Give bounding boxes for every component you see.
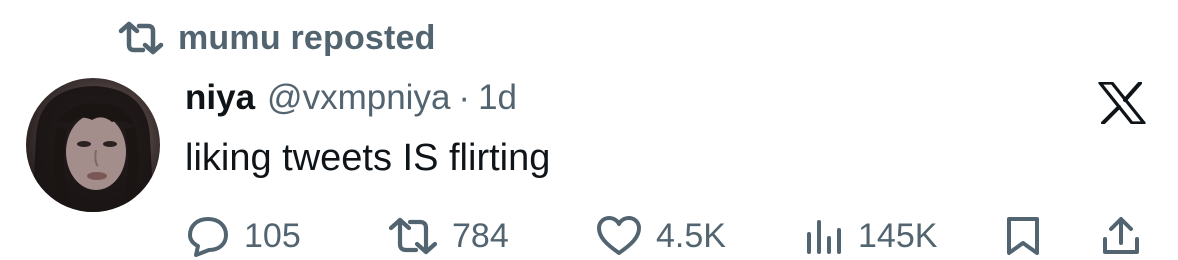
views-button[interactable]: 145K <box>804 212 937 260</box>
bookmark-icon <box>1004 215 1042 257</box>
separator-dot: · <box>458 78 471 117</box>
views-count: 145K <box>858 216 938 255</box>
repost-count: 784 <box>452 216 509 255</box>
repost-button[interactable]: 784 <box>388 212 509 260</box>
x-logo-icon <box>1098 81 1146 125</box>
post-timestamp[interactable]: 1d <box>478 78 517 118</box>
action-bar: 105 784 4.5K 145K <box>0 212 1178 260</box>
bookmark-button[interactable] <box>1004 212 1042 260</box>
views-icon <box>804 216 844 256</box>
repost-icon <box>388 216 438 256</box>
reply-button[interactable]: 105 <box>186 212 301 260</box>
like-button[interactable]: 4.5K <box>596 212 726 260</box>
heart-icon <box>596 215 642 257</box>
like-count: 4.5K <box>656 216 726 255</box>
author-handle[interactable]: @vxmpniya <box>267 78 450 118</box>
author-display-name[interactable]: niya <box>185 78 255 118</box>
reply-count: 105 <box>244 216 301 255</box>
post-text: liking tweets IS flirting <box>185 137 551 179</box>
repost-label: mumu reposted <box>178 18 436 57</box>
reply-icon <box>186 215 230 257</box>
post-header: niya @vxmpniya · 1d <box>185 78 517 122</box>
avatar[interactable] <box>26 78 160 212</box>
share-button[interactable] <box>1100 212 1142 260</box>
repost-indicator[interactable]: mumu reposted <box>118 18 436 58</box>
repost-icon <box>118 21 164 55</box>
share-icon <box>1100 215 1142 257</box>
